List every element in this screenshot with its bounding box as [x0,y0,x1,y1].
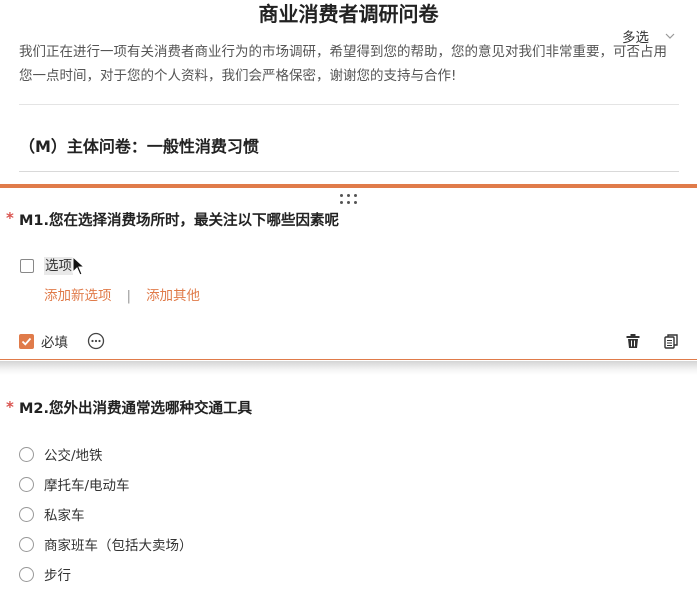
radio-button[interactable] [19,536,34,552]
required-mark: * [6,209,14,227]
option-label-input[interactable]: 选项 [44,257,73,275]
card-shadow [0,361,697,375]
chevron-down-icon [665,33,675,39]
radio-option-label: 商家班车（包括大卖场） [44,538,193,554]
survey-description: 我们正在进行一项有关消费者商业行为的市场调研，希望得到您的帮助，您的意见对我们非… [19,44,667,84]
more-icon[interactable] [87,332,105,350]
add-other-link[interactable]: 添加其他 [146,284,200,308]
link-separator: | [126,288,132,304]
radio-option[interactable]: 商家班车（包括大卖场） [19,534,193,554]
section-divider [19,171,679,172]
radio-option-label: 步行 [44,568,71,584]
copy-icon[interactable] [663,333,679,349]
radio-option-label: 私家车 [44,508,85,524]
radio-option[interactable]: 摩托车/电动车 [19,474,130,494]
required-toggle[interactable]: 必填 [19,331,68,351]
radio-option[interactable]: 公交/地铁 [19,444,103,464]
radio-option[interactable]: 步行 [19,564,71,584]
add-new-option-link[interactable]: 添加新选项 [44,284,112,308]
survey-title: 商业消费者调研问卷 [258,2,439,26]
radio-option-label: 摩托车/电动车 [44,478,130,494]
question-type-label: 多选 [622,30,649,46]
required-mark: * [6,398,14,416]
add-options-bar: 添加新选项 | 添加其他 [44,284,200,308]
header-divider [19,104,679,105]
radio-option[interactable]: 私家车 [19,504,85,524]
radio-button[interactable] [19,506,34,522]
option-row-m1[interactable]: 选项 [20,257,73,275]
option-checkbox[interactable] [20,259,34,273]
required-label: 必填 [41,335,68,351]
radio-button[interactable] [19,566,34,582]
question-type-select[interactable]: 多选 [622,22,686,50]
radio-button[interactable] [19,476,34,492]
drag-handle-icon[interactable] [337,193,361,205]
radio-button[interactable] [19,446,34,462]
radio-option-label: 公交/地铁 [44,448,103,464]
trash-icon[interactable] [625,333,641,349]
required-checkbox[interactable] [19,333,34,349]
question-title-m2[interactable]: M2.您外出消费通常选哪种交通工具 [19,398,252,420]
question-title-m1[interactable]: M1.您在选择消费场所时，最关注以下哪些因素呢 [19,210,339,232]
section-title: （M）主体问卷：一般性消费习惯 [19,137,259,156]
check-icon [21,337,32,346]
